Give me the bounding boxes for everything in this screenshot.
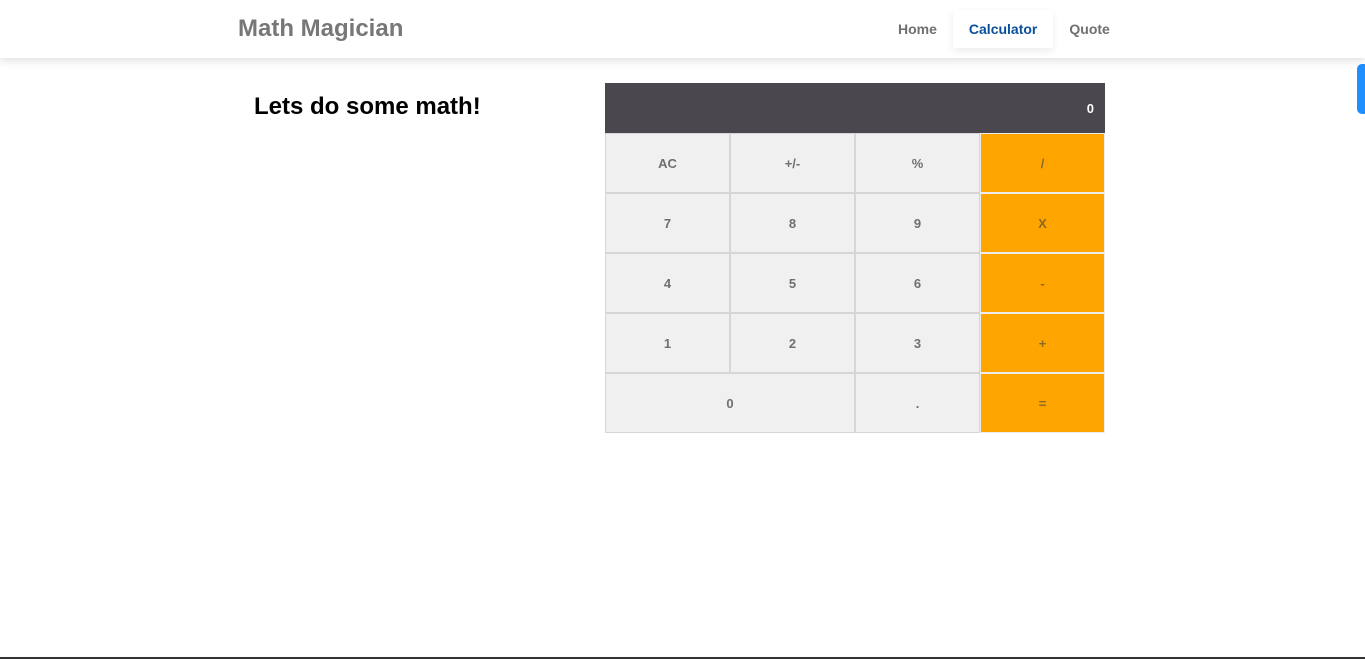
key-8[interactable]: 8 — [730, 193, 855, 253]
calculator-display: 0 — [605, 83, 1105, 133]
key-equals[interactable]: = — [980, 373, 1105, 433]
nav-link-home[interactable]: Home — [882, 10, 953, 48]
nav-link-quote[interactable]: Quote — [1053, 10, 1125, 48]
brand-logo: Math Magician — [238, 15, 404, 42]
key-toggle-sign[interactable]: +/- — [730, 133, 855, 193]
side-tab-handle[interactable] — [1357, 64, 1365, 114]
key-subtract[interactable]: - — [980, 253, 1105, 313]
key-percent[interactable]: % — [855, 133, 980, 193]
key-7[interactable]: 7 — [605, 193, 730, 253]
key-0[interactable]: 0 — [605, 373, 855, 433]
key-4[interactable]: 4 — [605, 253, 730, 313]
navbar: Math Magician Home Calculator Quote — [0, 0, 1365, 58]
key-1[interactable]: 1 — [605, 313, 730, 373]
key-5[interactable]: 5 — [730, 253, 855, 313]
key-3[interactable]: 3 — [855, 313, 980, 373]
calculator: 0 AC +/- % / 7 8 9 X 4 5 6 - 1 2 3 + 0 .… — [605, 83, 1105, 433]
key-divide[interactable]: / — [980, 133, 1105, 193]
key-2[interactable]: 2 — [730, 313, 855, 373]
nav-links: Home Calculator Quote — [882, 10, 1126, 48]
calculator-keypad: AC +/- % / 7 8 9 X 4 5 6 - 1 2 3 + 0 . = — [605, 133, 1105, 433]
key-decimal[interactable]: . — [855, 373, 980, 433]
key-all-clear[interactable]: AC — [605, 133, 730, 193]
page-heading: Lets do some math! — [254, 93, 481, 120]
key-9[interactable]: 9 — [855, 193, 980, 253]
key-multiply[interactable]: X — [980, 193, 1105, 253]
key-add[interactable]: + — [980, 313, 1105, 373]
nav-link-calculator[interactable]: Calculator — [952, 10, 1054, 48]
key-6[interactable]: 6 — [855, 253, 980, 313]
